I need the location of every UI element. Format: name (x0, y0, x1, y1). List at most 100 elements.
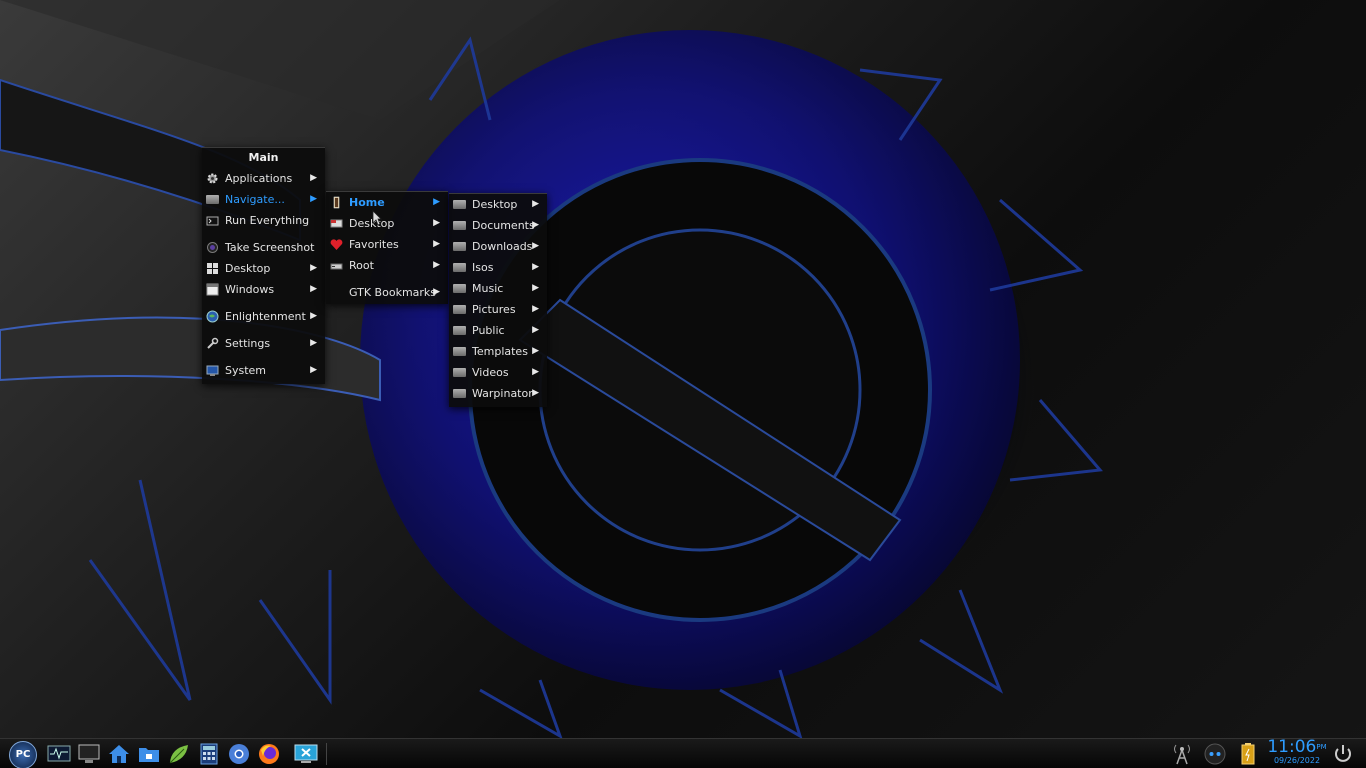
menu-item-label: Downloads (472, 240, 533, 253)
menu-item-label: Isos (472, 261, 494, 274)
file-manager-icon[interactable] (137, 742, 161, 766)
battery-icon[interactable] (1236, 742, 1260, 766)
main-menu: Main Applications ▶ Navigate... ▶ Run Ev… (202, 147, 325, 384)
menu-item-label: Settings (225, 337, 271, 350)
folder-item-warpinator[interactable]: Warpinator ▶ (449, 383, 547, 404)
mixer-icon[interactable] (1203, 742, 1227, 766)
menu-item-label: Templates (472, 345, 528, 358)
folder-item-downloads[interactable]: Downloads ▶ (449, 236, 547, 257)
wrench-icon (207, 337, 219, 349)
menu-item-label: Desktop (225, 262, 271, 275)
menu-item-favorites[interactable]: Favorites ▶ (326, 234, 448, 255)
folder-item-desktop[interactable]: Desktop ▶ (449, 194, 547, 215)
calculator-icon[interactable] (197, 742, 221, 766)
submenu-arrow-icon: ▶ (433, 260, 440, 270)
menu-item-run-everything[interactable]: Run Everything (202, 210, 325, 231)
submenu-arrow-icon: ▶ (310, 311, 317, 321)
menu-item-label: Applications (225, 172, 293, 185)
folder-item-documents[interactable]: Documents ▶ (449, 215, 547, 236)
folder-icon (453, 347, 466, 356)
submenu-arrow-icon: ▶ (532, 220, 539, 230)
menu-item-home[interactable]: Home ▶ (326, 192, 448, 213)
start-button-label: PC (15, 749, 31, 760)
submenu-arrow-icon: ▶ (532, 262, 539, 272)
system-monitor-icon[interactable] (47, 742, 71, 766)
menu-item-label: Warpinator (472, 387, 533, 400)
taskbar-divider (326, 743, 327, 765)
menu-item-label: Run Everything (225, 214, 310, 227)
menu-item-label: Videos (472, 366, 509, 379)
menu-item-gtk-bookmarks[interactable]: GTK Bookmarks ▶ (326, 282, 448, 303)
submenu-arrow-icon: ▶ (310, 338, 317, 348)
menu-item-windows[interactable]: Windows ▶ (202, 279, 325, 300)
folder-icon (206, 195, 219, 204)
submenu-arrow-icon: ▶ (532, 199, 539, 209)
folder-item-videos[interactable]: Videos ▶ (449, 362, 547, 383)
submenu-arrow-icon: ▶ (310, 284, 317, 294)
submenu-arrow-icon: ▶ (532, 241, 539, 251)
menu-item-label: Take Screenshot (225, 241, 315, 254)
terminal-icon (206, 216, 219, 226)
menu-item-label: Root (349, 259, 374, 272)
folder-icon (453, 389, 466, 398)
menu-item-applications[interactable]: Applications ▶ (202, 168, 325, 189)
menu-item-label: Desktop (472, 198, 518, 211)
drive-icon (330, 263, 343, 270)
menu-item-system[interactable]: System ▶ (202, 360, 325, 381)
folder-icon (453, 368, 466, 377)
gear-icon (207, 173, 218, 184)
desktop-screen-icon[interactable] (77, 742, 101, 766)
folder-icon (453, 305, 466, 314)
folder-item-pictures[interactable]: Pictures ▶ (449, 299, 547, 320)
submenu-arrow-icon: ▶ (532, 388, 539, 398)
menu-item-navigate[interactable]: Navigate... ▶ (202, 189, 325, 210)
menu-item-root[interactable]: Root ▶ (326, 255, 448, 276)
submenu-arrow-icon: ▶ (310, 365, 317, 375)
menu-item-label: GTK Bookmarks (349, 286, 437, 299)
menu-item-label: Pictures (472, 303, 516, 316)
submenu-arrow-icon: ▶ (433, 218, 440, 228)
menu-item-label: System (225, 364, 267, 377)
menu-item-label: Public (472, 324, 505, 337)
folder-item-public[interactable]: Public ▶ (449, 320, 547, 341)
folder-icon (453, 263, 466, 272)
leaf-icon[interactable] (167, 742, 191, 766)
network-tower-icon[interactable] (1170, 742, 1194, 766)
menu-item-label: Home (349, 196, 385, 209)
home-icon[interactable] (107, 742, 131, 766)
menu-item-desktop[interactable]: Desktop ▶ (202, 258, 325, 279)
clock[interactable]: 11:06PM 09/26/2022 (1266, 739, 1328, 766)
submenu-arrow-icon: ▶ (433, 287, 440, 297)
folder-icon (453, 200, 466, 209)
taskbar: PC (0, 738, 1366, 768)
window-icon (206, 283, 219, 296)
monitor-icon (206, 365, 219, 376)
clock-ampm: PM (1316, 743, 1327, 751)
menu-item-label: Music (472, 282, 504, 295)
folder-item-isos[interactable]: Isos ▶ (449, 257, 547, 278)
clock-date: 09/26/2022 (1273, 756, 1321, 765)
submenu-arrow-icon: ▶ (532, 346, 539, 356)
folder-item-templates[interactable]: Templates ▶ (449, 341, 547, 362)
submenu-arrow-icon: ▶ (532, 367, 539, 377)
main-menu-title: Main (248, 151, 279, 164)
submenu-arrow-icon: ▶ (433, 239, 440, 249)
menu-item-take-screenshot[interactable]: Take Screenshot (202, 237, 325, 258)
submenu-arrow-icon: ▶ (532, 304, 539, 314)
submenu-arrow-icon: ▶ (433, 197, 440, 207)
home-icon (333, 196, 340, 209)
power-icon[interactable] (1331, 742, 1355, 766)
menu-item-settings[interactable]: Settings ▶ (202, 333, 325, 354)
browser-icon[interactable] (227, 742, 251, 766)
folder-item-music[interactable]: Music ▶ (449, 278, 547, 299)
start-button[interactable]: PC (9, 741, 37, 768)
camera-icon (207, 242, 218, 253)
menu-item-desktop[interactable]: Desktop ▶ (326, 213, 448, 234)
submenu-arrow-icon: ▶ (532, 325, 539, 335)
firefox-icon[interactable] (257, 742, 281, 766)
menu-item-label: Favorites (349, 238, 399, 251)
home-submenu: Desktop ▶ Documents ▶ Downloads ▶ Isos ▶ Mus… (449, 193, 547, 407)
menu-item-enlightenment[interactable]: Enlightenment ▶ (202, 306, 325, 327)
remote-desktop-icon[interactable] (294, 742, 318, 766)
menu-item-label: Navigate... (225, 193, 285, 206)
